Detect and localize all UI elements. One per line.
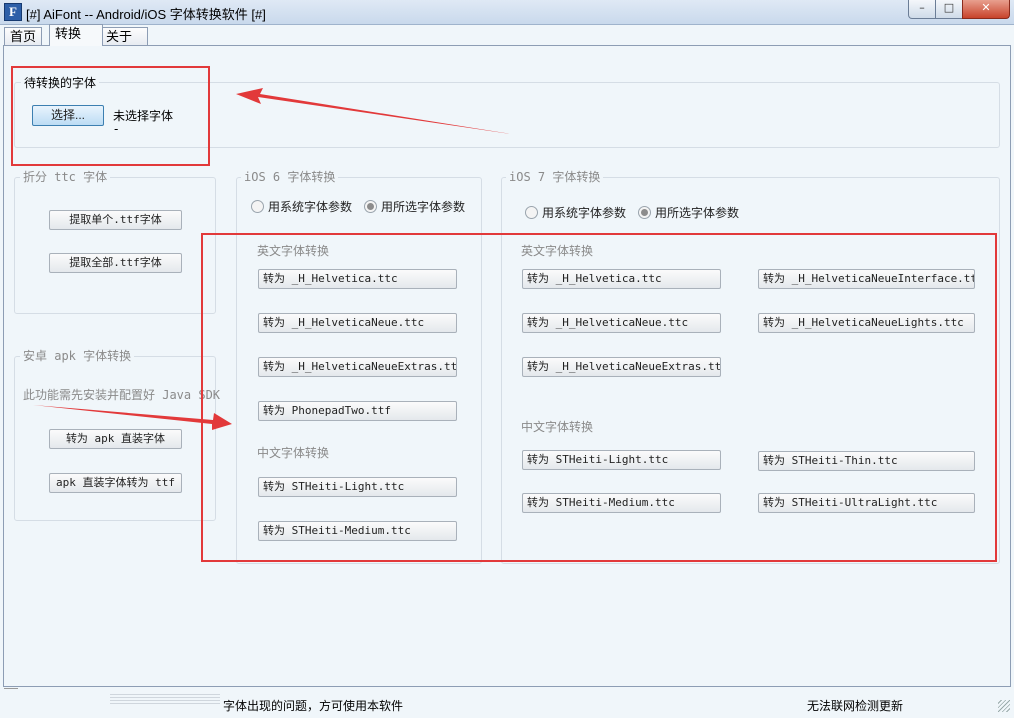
resize-grip-icon[interactable]	[998, 700, 1010, 712]
app-logo-icon: F	[4, 3, 22, 21]
extract-single-ttf-button[interactable]: 提取单个.ttf字体	[49, 210, 182, 230]
ios7-radio-system-params[interactable]: 用系统字体参数	[525, 204, 626, 221]
ios7-title: iOS 7 字体转换	[506, 168, 604, 185]
ios6-radio-selected-params[interactable]: 用所选字体参数	[364, 198, 465, 215]
radio-label: 用系统字体参数	[542, 206, 627, 220]
maximize-button[interactable]: □	[935, 0, 963, 19]
window-title: [#] AiFont -- Android/iOS 字体转换软件 [#]	[26, 7, 266, 22]
update-status: 无法联网检测更新	[807, 699, 904, 713]
ttc-split-title: 折分 ttc 字体	[20, 168, 111, 185]
radio-off-icon	[525, 206, 538, 219]
tab-convert[interactable]: 转换	[49, 24, 103, 46]
radio-on-icon	[638, 206, 651, 219]
radio-label: 用系统字体参数	[268, 200, 353, 214]
ttc-split-group	[14, 177, 216, 314]
title-bar: F [#] AiFont -- Android/iOS 字体转换软件 [#] –…	[0, 0, 1014, 25]
ios6-radio-system-params[interactable]: 用系统字体参数	[251, 198, 352, 215]
annotation-box-convert	[201, 233, 997, 562]
close-button[interactable]: ✕	[962, 0, 1010, 19]
apk-to-ttf-button[interactable]: apk 直装字体转为 ttf	[49, 473, 182, 493]
apk-convert-title: 安卓 apk 字体转换	[20, 347, 135, 364]
radio-label: 用所选字体参数	[381, 200, 466, 214]
status-scroll-blur	[110, 692, 220, 706]
tab-about[interactable]: 关于	[100, 27, 148, 46]
to-apk-button[interactable]: 转为 apk 直装字体	[49, 429, 182, 449]
annotation-box-pending	[11, 66, 210, 166]
ios6-title: iOS 6 字体转换	[241, 168, 339, 185]
java-sdk-note: 此功能需先安装并配置好 Java SDK	[23, 388, 221, 402]
status-message: 字体出现的问题，方可使用本软件	[223, 699, 404, 713]
tab-strip: 首页 转换 关于	[0, 24, 1014, 46]
radio-on-icon	[364, 200, 377, 213]
radio-label: 用所选字体参数	[655, 206, 740, 220]
status-divider	[4, 688, 18, 689]
minimize-button[interactable]: –	[908, 0, 936, 19]
extract-all-ttf-button[interactable]: 提取全部.ttf字体	[49, 253, 182, 273]
status-bar: 字体出现的问题，方可使用本软件 无法联网检测更新	[0, 686, 1014, 718]
tab-home[interactable]: 首页	[4, 27, 43, 46]
radio-off-icon	[251, 200, 264, 213]
ios7-radio-selected-params[interactable]: 用所选字体参数	[638, 204, 739, 221]
